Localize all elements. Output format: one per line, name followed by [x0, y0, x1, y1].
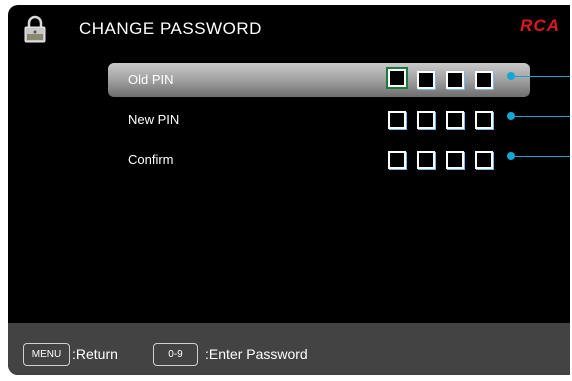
confirm-row[interactable]: Confirm	[108, 143, 530, 177]
callout-dot	[507, 152, 515, 160]
callout-line	[515, 156, 570, 157]
callout-dot	[507, 72, 515, 80]
confirm-field[interactable]	[388, 151, 493, 169]
old-pin-row[interactable]: Old PIN	[108, 63, 530, 97]
return-hint: :Return	[72, 346, 118, 362]
new-pin-row[interactable]: New PIN	[108, 103, 530, 137]
old-pin-digit-2[interactable]	[417, 71, 435, 89]
callout-line	[515, 76, 570, 77]
old-pin-field[interactable]	[386, 67, 493, 89]
old-pin-digit-4[interactable]	[475, 71, 493, 89]
new-pin-digit-2[interactable]	[417, 111, 435, 129]
new-pin-digit-1[interactable]	[388, 111, 406, 129]
confirm-digit-2[interactable]	[417, 151, 435, 169]
old-pin-digit-3[interactable]	[446, 71, 464, 89]
old-pin-digit-1[interactable]	[386, 67, 408, 89]
callout-dot	[507, 112, 515, 120]
new-pin-label: New PIN	[128, 112, 180, 127]
confirm-label: Confirm	[128, 152, 174, 167]
footer-bar: MENU :Return 0-9 :Enter Password	[8, 323, 570, 375]
old-pin-label: Old PIN	[128, 72, 174, 87]
menu-key[interactable]: MENU	[23, 343, 70, 366]
confirm-digit-3[interactable]	[446, 151, 464, 169]
confirm-digit-4[interactable]	[475, 151, 493, 169]
enter-password-hint: :Enter Password	[205, 346, 308, 362]
rca-logo: RCA	[520, 16, 560, 35]
new-pin-digit-4[interactable]	[475, 111, 493, 129]
new-pin-digit-3[interactable]	[446, 111, 464, 129]
new-pin-field[interactable]	[388, 111, 493, 129]
tv-screen: CHANGE PASSWORD RCA Old PIN New PIN Conf…	[8, 5, 570, 375]
confirm-digit-1[interactable]	[388, 151, 406, 169]
callout-line	[515, 116, 570, 117]
lock-icon	[24, 15, 46, 43]
page-title: CHANGE PASSWORD	[79, 19, 262, 38]
digits-key[interactable]: 0-9	[153, 343, 198, 366]
